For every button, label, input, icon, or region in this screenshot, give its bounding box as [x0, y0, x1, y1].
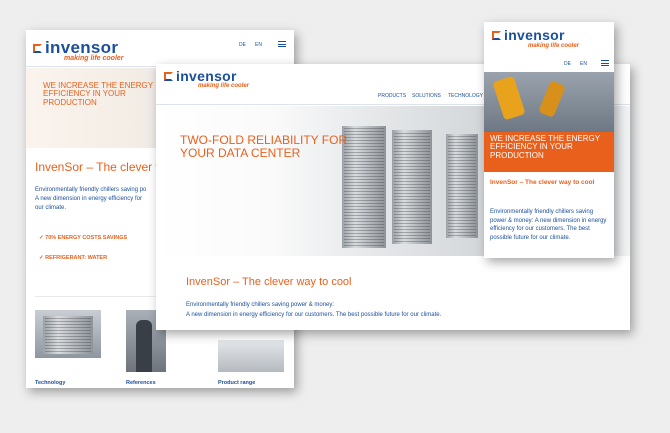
hero-title: WE INCREASE THE ENERGY EFFICIENCY IN YOU…	[490, 134, 600, 160]
tagline: making life cooler	[528, 43, 580, 49]
logo-mark-icon	[33, 43, 42, 53]
hero-title: TWO-FOLD RELIABILITY FOR YOUR DATA CENTE…	[180, 133, 348, 160]
tile-technology[interactable]: Technology	[35, 310, 101, 386]
nav-solutions[interactable]: SOLUTIONS	[412, 92, 441, 101]
feature-refrigerant: ✓ REFRIGERANT: WATER	[39, 255, 108, 261]
logo-text: invensor	[176, 68, 237, 84]
logo[interactable]: invensor	[164, 68, 237, 84]
lang-en[interactable]: EN	[580, 61, 587, 67]
references-person-graphic	[136, 320, 152, 372]
tile-technology-label: Technology	[35, 380, 66, 386]
tile-product-range-label: Product range	[218, 380, 256, 386]
nav-products[interactable]: PRODUCTS	[378, 92, 406, 101]
product-range-image	[218, 340, 284, 372]
intro-line-2: A new dimension in energy efficiency for…	[186, 312, 442, 318]
nav-technology[interactable]: TECHNOLOGY	[448, 92, 483, 101]
menu-icon[interactable]	[601, 60, 609, 66]
mobile-page-screenshot: invensor making life cooler DE EN WE INC…	[484, 22, 614, 258]
lang-en[interactable]: EN	[255, 42, 262, 48]
server-rack-2	[392, 130, 432, 244]
section-heading: InvenSor – The clever way to cool	[490, 179, 595, 186]
section-heading: InvenSor – The clever wa	[35, 160, 171, 174]
server-rack-3	[446, 134, 478, 238]
intro-line-1: Environmentally friendly chillers saving…	[35, 187, 147, 193]
logo-text: invensor	[504, 27, 565, 43]
intro-text: Environmentally friendly chillers saving…	[490, 209, 607, 241]
feature-energy-label: 70% ENERGY COSTS SAVINGS	[45, 235, 128, 241]
menu-icon[interactable]	[278, 41, 286, 47]
tagline: making life cooler	[64, 55, 124, 62]
lang-de[interactable]: DE	[564, 61, 571, 67]
section-heading: InvenSor – The clever way to cool	[186, 276, 352, 288]
feature-refrigerant-label: REFRIGERANT: WATER	[45, 255, 108, 261]
tagline: making life cooler	[198, 83, 250, 89]
lang-de[interactable]: DE	[239, 42, 246, 48]
hero-title: WE INCREASE THE ENERGY EFFICIENCY IN YOU…	[43, 81, 153, 107]
intro-line-2: A new dimension in energy efficiency for	[35, 196, 142, 202]
technology-unit-graphic	[43, 316, 93, 354]
tile-references-label: References	[126, 380, 156, 386]
intro-line-3: our climate.	[35, 205, 67, 211]
logo[interactable]: invensor	[492, 27, 565, 43]
intro-line-1: Environmentally friendly chillers saving…	[186, 302, 335, 308]
feature-energy: ✓ 70% ENERGY COSTS SAVINGS	[39, 235, 128, 241]
logo-mark-icon	[492, 30, 501, 40]
logo-mark-icon	[164, 71, 173, 81]
